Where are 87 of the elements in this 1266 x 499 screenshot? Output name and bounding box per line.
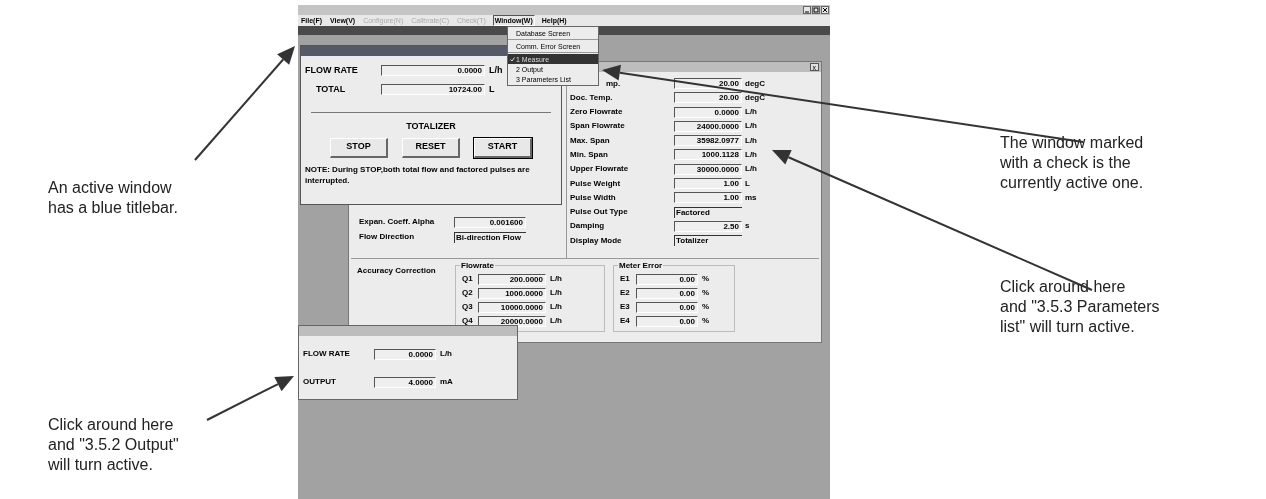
field-label: mp. — [606, 77, 621, 90]
field-label: Q1 — [462, 273, 474, 285]
value-field[interactable]: 20.00 — [674, 92, 742, 104]
field-label: Q3 — [462, 301, 474, 313]
value-field[interactable]: 0.0000 — [381, 65, 485, 77]
unit-label: L/h — [550, 273, 562, 285]
field-label: E1 — [620, 273, 631, 285]
note-text: NOTE: During STOP,both total flow and factored pulses are interrupted. — [304, 163, 531, 186]
field-label: Doc. Temp. — [570, 91, 613, 104]
section-label: Accuracy Correction — [357, 265, 437, 277]
value-field[interactable]: 1000.1128 — [674, 149, 742, 161]
unit-label: L/h — [440, 348, 452, 360]
field-label: Display Mode — [570, 234, 622, 247]
field-label: OUTPUT — [303, 376, 337, 388]
value-field[interactable]: 0.00 — [636, 287, 698, 299]
field-label: E2 — [620, 287, 631, 299]
value-field[interactable]: 1.00 — [674, 192, 742, 204]
value-field[interactable]: 0.001600 — [454, 216, 526, 228]
field-label: Zero Flowrate — [570, 106, 623, 119]
unit-label: L/h — [550, 315, 562, 327]
unit-label: L/h — [550, 301, 562, 313]
unit-label: mA — [440, 376, 453, 388]
field-label: TOTAL — [315, 82, 347, 96]
unit-label: degC — [745, 91, 765, 104]
value-field[interactable]: Bi-direction Flow — [454, 231, 526, 243]
unit-label: % — [702, 315, 710, 327]
annotation-text: Click around here and "3.5.3 Parameters list" will turn active. — [1000, 277, 1160, 337]
unit-label: % — [702, 273, 710, 285]
group-title: Meter Error — [618, 261, 664, 270]
unit-label: L/h — [745, 163, 757, 176]
field-label: Pulse Width — [570, 191, 616, 204]
section-title: TOTALIZER — [406, 120, 456, 133]
annotation-text: An active window has a blue titlebar. — [48, 178, 178, 218]
value-field[interactable]: 10724.00 — [381, 83, 485, 95]
unit-label: % — [702, 287, 710, 299]
value-field[interactable]: 1000.0000 — [478, 287, 546, 299]
minimize-icon[interactable] — [803, 6, 811, 14]
value-field[interactable]: Totalizer — [674, 235, 742, 247]
field-label: Damping — [570, 220, 605, 233]
field-label: Q4 — [462, 315, 474, 327]
value-field[interactable]: 4.0000 — [374, 376, 436, 388]
value-field[interactable]: Factored — [674, 206, 742, 218]
unit-label: L — [489, 82, 495, 96]
field-label: Upper Flowrate — [570, 163, 629, 176]
field-label: Max. Span — [570, 134, 610, 147]
group-title: Flowrate — [460, 261, 495, 270]
value-field[interactable]: 24000.0000 — [674, 120, 742, 132]
field-label: Min. Span — [570, 149, 608, 161]
value-field[interactable]: 35982.0977 — [674, 135, 742, 147]
unit-label: L/h — [745, 149, 757, 161]
field-label: Expan. Coeff. Alpha — [359, 216, 436, 228]
action-button[interactable]: RESET — [402, 137, 460, 158]
field-label: E3 — [620, 301, 631, 313]
field-label: FLOW RATE — [303, 348, 351, 360]
field-label: Q2 — [462, 287, 474, 299]
action-button[interactable]: START — [474, 137, 532, 158]
value-field[interactable]: 20.00 — [674, 78, 742, 89]
value-field[interactable]: 0.0000 — [674, 106, 742, 118]
close-icon[interactable] — [821, 6, 829, 14]
unit-label: ms — [745, 191, 757, 204]
unit-label: L — [745, 177, 750, 190]
value-field[interactable]: 10000.0000 — [478, 301, 546, 313]
value-field[interactable]: 0.00 — [636, 315, 698, 327]
action-button[interactable]: STOP — [330, 137, 388, 158]
value-field[interactable]: 2.50 — [674, 220, 742, 232]
value-field[interactable]: 0.00 — [636, 273, 698, 285]
annotation-text: Click around here and "3.5.2 Output" will turn active. — [48, 415, 179, 475]
field-label: Pulse Weight — [570, 177, 621, 190]
value-field[interactable]: 30000.0000 — [674, 163, 742, 175]
field-label: FLOW RATE — [305, 64, 359, 77]
unit-label: L/h — [745, 134, 757, 147]
value-field[interactable]: 0.0000 — [374, 348, 436, 360]
unit-label: % — [702, 301, 710, 313]
unit-label: degC — [745, 77, 765, 90]
value-field[interactable]: 1.00 — [674, 178, 742, 190]
maximize-icon[interactable] — [812, 6, 820, 14]
value-field[interactable]: 0.00 — [636, 301, 698, 313]
unit-label: L/h — [745, 120, 757, 133]
field-label: Pulse Out Type — [570, 206, 628, 219]
unit-label: L/h — [489, 64, 503, 77]
unit-label: s — [745, 220, 750, 233]
field-label: Flow Direction — [359, 231, 416, 243]
unit-label: L/h — [550, 287, 562, 299]
value-field[interactable]: 200.0000 — [478, 273, 546, 285]
field-label: E4 — [620, 315, 631, 327]
unit-label: L/h — [745, 106, 757, 119]
field-label: Span Flowrate — [570, 120, 625, 133]
